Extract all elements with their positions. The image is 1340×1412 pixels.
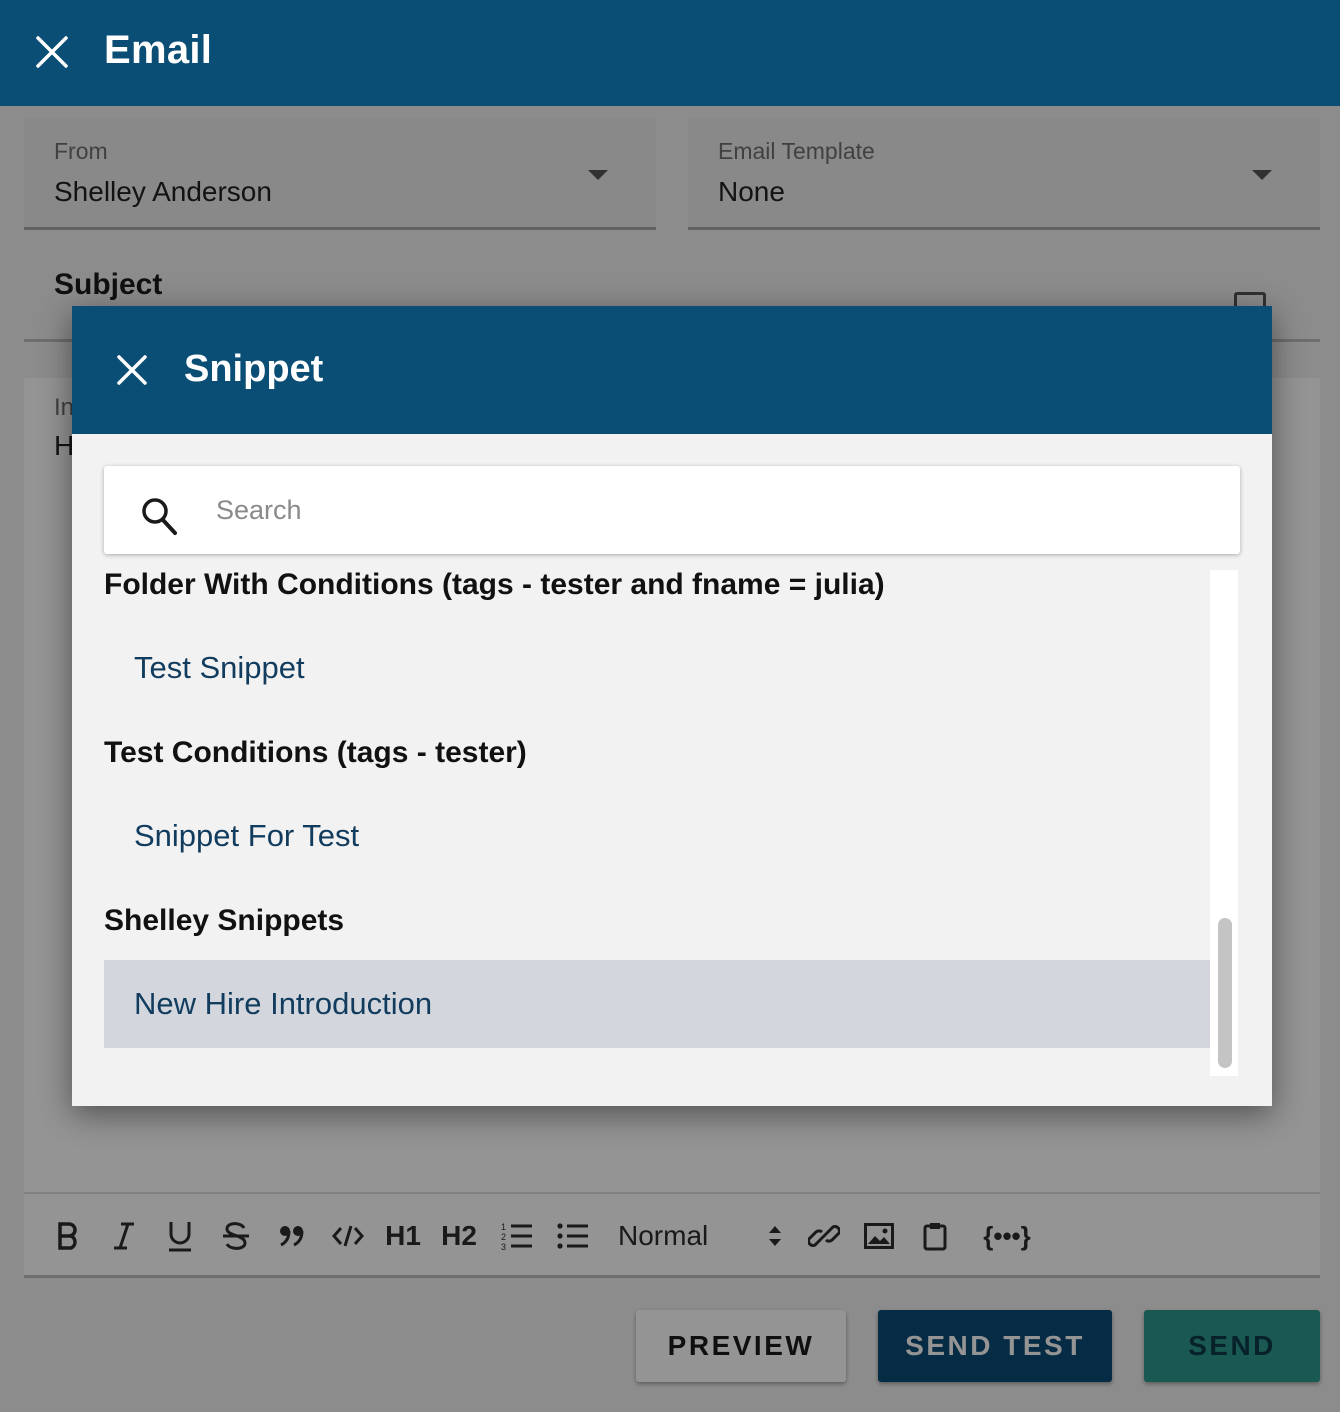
snippet-dialog-header: Snippet [72,306,1272,434]
snippet-dialog-title: Snippet [184,348,324,390]
snippet-item-label: New Hire Introduction [134,986,433,1021]
email-header: Email [0,0,1340,106]
search-icon [142,498,177,535]
close-icon[interactable] [34,34,70,70]
folder-heading: Folder With Conditions (tags - tester an… [104,570,885,601]
snippet-item-test-snippet[interactable]: Test Snippet [104,624,1210,712]
snippet-item-label: Snippet For Test [134,818,360,853]
snippet-item-snippet-for-test[interactable]: Snippet For Test [104,792,1210,880]
snippet-search-box[interactable] [104,466,1240,554]
scrollbar-thumb[interactable] [1218,918,1232,1068]
search-input[interactable] [216,484,1196,536]
snippet-item-new-hire-introduction[interactable]: New Hire Introduction [104,960,1210,1048]
snippet-dialog: Snippet Folder With Conditions (tags - t… [72,306,1272,1106]
snippet-list: Folder With Conditions (tags - tester an… [104,570,1212,1076]
folder-heading: Shelley Snippets [104,904,345,937]
snippet-item-label: Test Snippet [134,650,305,685]
page-title: Email [104,28,213,72]
close-icon[interactable] [116,354,148,386]
folder-heading: Test Conditions (tags - tester) [104,736,527,769]
